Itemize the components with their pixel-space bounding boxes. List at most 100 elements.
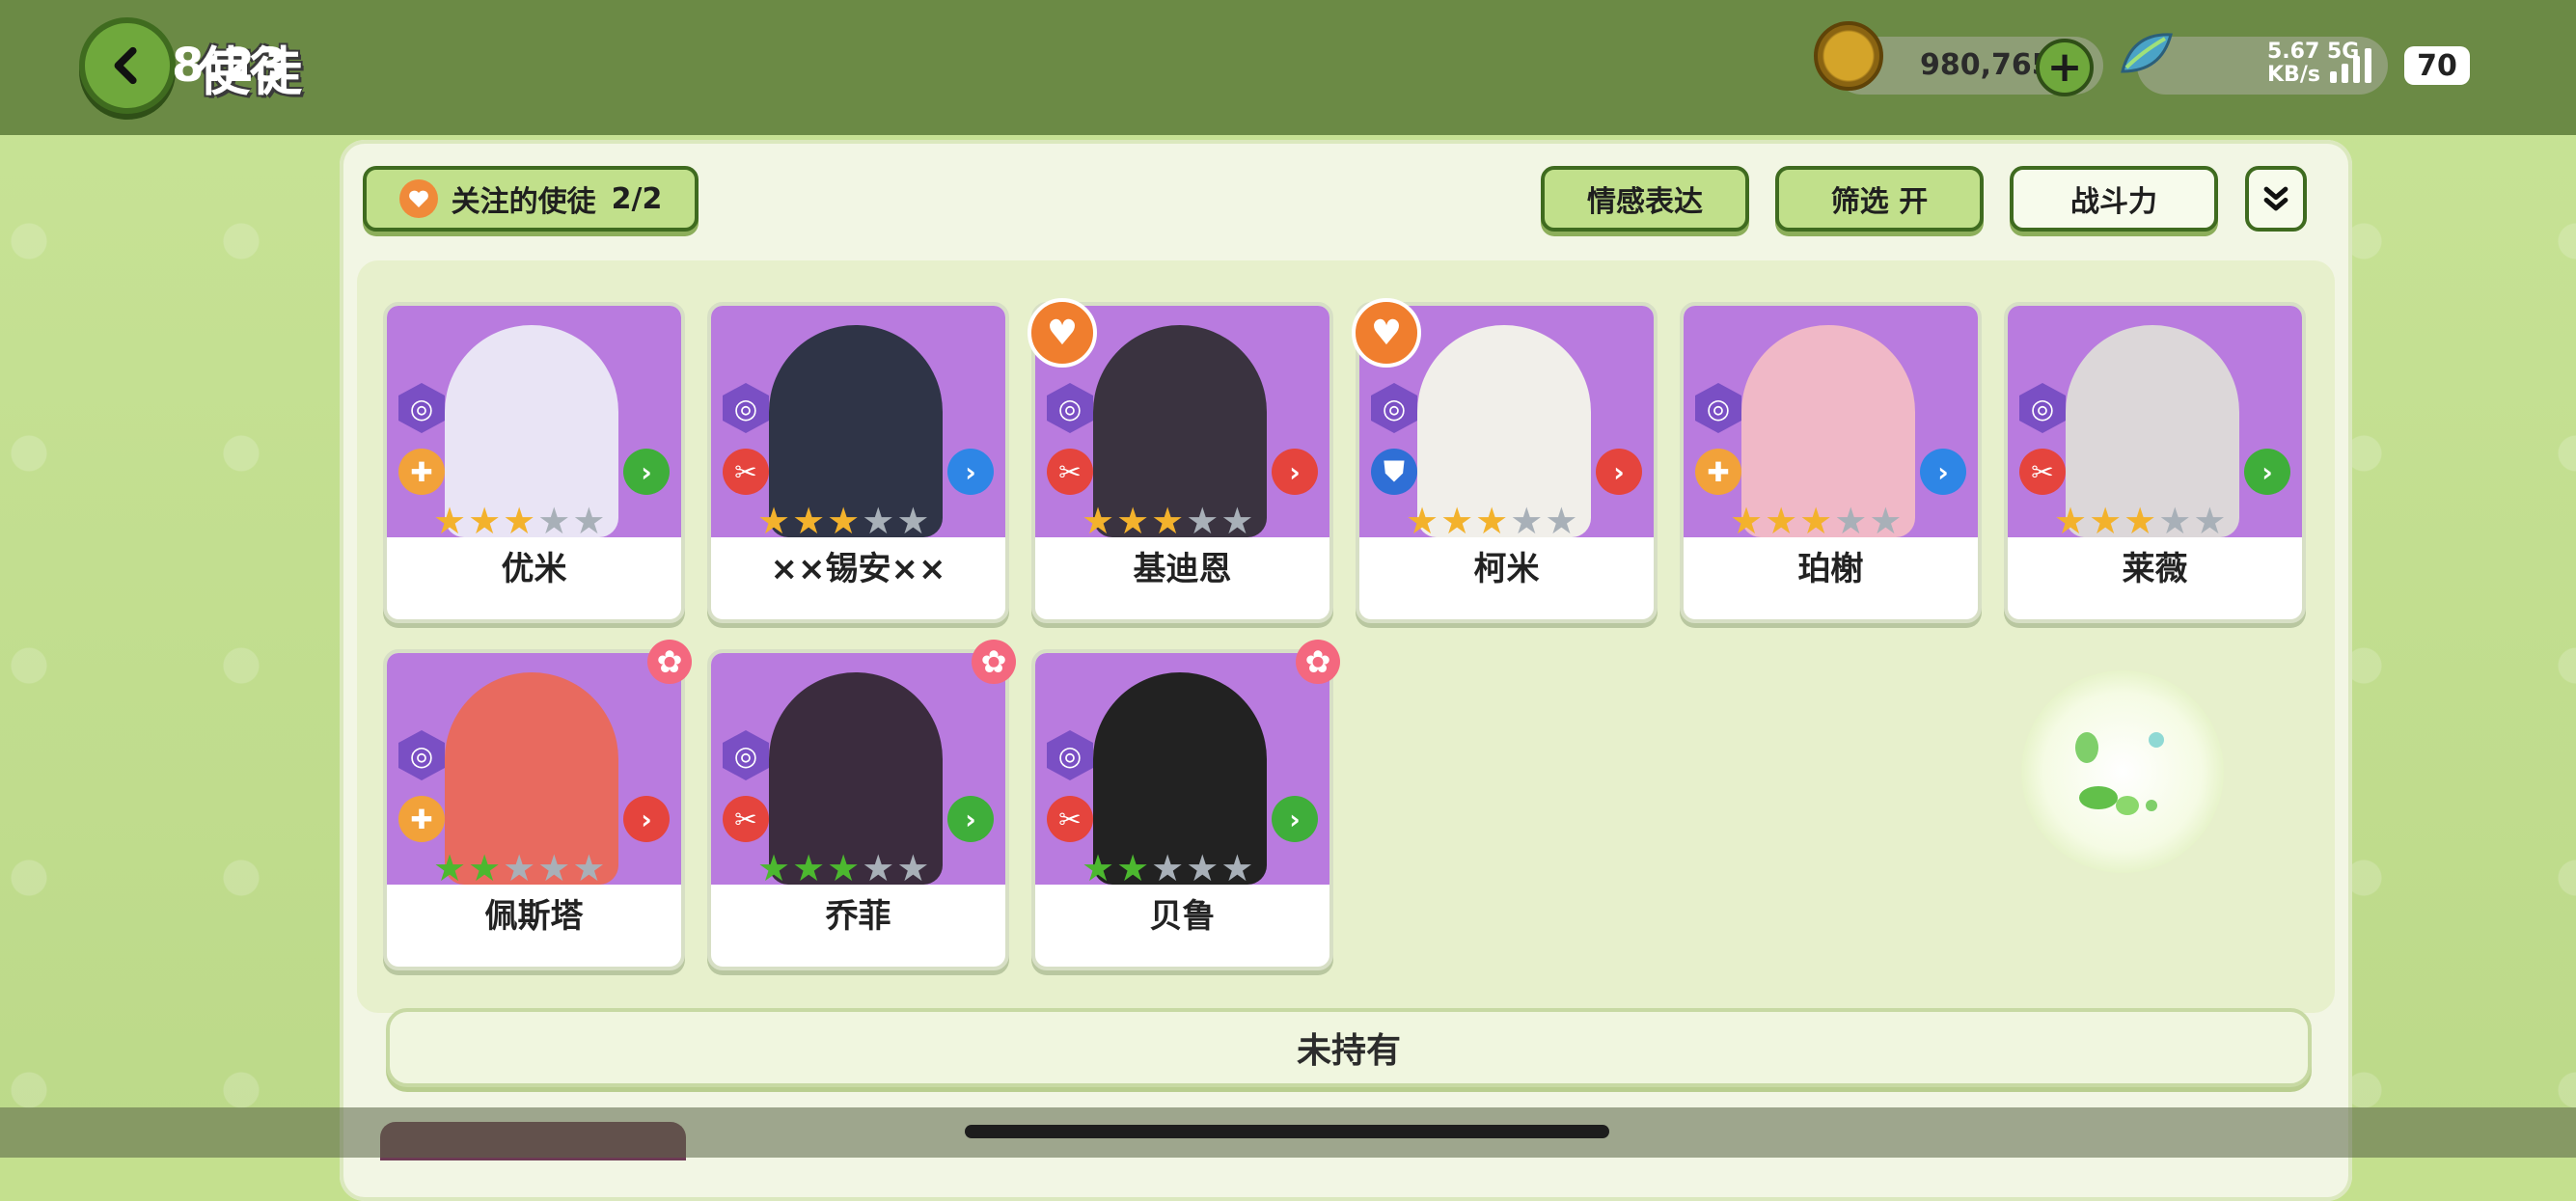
character-name: 优米 xyxy=(501,550,567,588)
back-button[interactable] xyxy=(79,17,176,114)
battery-indicator: 70 xyxy=(2404,46,2470,85)
cross-icon: ✚ xyxy=(1695,449,1741,495)
star-rating: ★ ★ ★ ★ ★ xyxy=(1730,503,1902,539)
rank-chevron-icon: › xyxy=(1272,796,1318,842)
star-filled-icon: ★ xyxy=(1799,500,1833,542)
character-card[interactable]: ◎ ✂ › ★ ★ ★ ★ ★ 乔菲 xyxy=(707,649,1009,970)
favorite-heart-icon[interactable]: ♥ xyxy=(1028,298,1097,368)
rank-chevron-icon: › xyxy=(1920,449,1966,495)
star-filled-icon: ★ xyxy=(1082,500,1115,542)
favorites-label: 关注的使徒 xyxy=(451,185,596,219)
rank-chevron-icon: › xyxy=(947,796,994,842)
character-name: 珀榭 xyxy=(1797,550,1864,588)
rank-chevron-icon: › xyxy=(2244,449,2290,495)
star-filled-icon: ★ xyxy=(1116,500,1150,542)
character-name: 莱薇 xyxy=(2122,550,2188,588)
star-filled-icon: ★ xyxy=(827,847,861,889)
star-filled-icon: ★ xyxy=(1151,500,1185,542)
element-swirl-icon: ◎ xyxy=(723,383,769,433)
chevron-left-icon xyxy=(114,46,137,85)
star-filled-icon: ★ xyxy=(503,500,536,542)
star-rating: ★ ★ ★ ★ ★ xyxy=(2054,503,2226,539)
star-empty-icon: ★ xyxy=(2158,500,2192,542)
rank-chevron-icon: › xyxy=(1596,449,1642,495)
gold-value: 980,765 xyxy=(1920,48,2052,82)
heart-icon xyxy=(398,179,438,218)
element-swirl-icon: ◎ xyxy=(1047,730,1093,780)
star-filled-icon: ★ xyxy=(1440,500,1474,542)
star-empty-icon: ★ xyxy=(1220,847,1254,889)
signal-strength-icon xyxy=(2330,46,2371,83)
star-rating: ★ ★ ★ ★ ★ xyxy=(1082,503,1253,539)
star-filled-icon: ★ xyxy=(1406,500,1439,542)
unowned-section-header[interactable]: 未持有 xyxy=(386,1008,2312,1087)
star-filled-icon: ★ xyxy=(468,500,502,542)
star-filled-icon: ★ xyxy=(1475,500,1509,542)
star-empty-icon: ★ xyxy=(503,847,536,889)
element-swirl-icon: ◎ xyxy=(398,730,445,780)
character-card[interactable]: ◎ ✚ › ★ ★ ★ ★ ★ 珀榭 xyxy=(1680,302,1982,623)
favorites-count: 2/2 xyxy=(611,181,663,216)
sort-order-button[interactable] xyxy=(2245,166,2307,232)
flower-badge-icon: ✿ xyxy=(972,640,1016,684)
star-rating: ★ ★ ★ ★ ★ xyxy=(757,503,929,539)
star-empty-icon: ★ xyxy=(1186,500,1219,542)
character-name: 贝鲁 xyxy=(1149,897,1216,936)
star-empty-icon: ★ xyxy=(1186,847,1219,889)
favorites-button[interactable]: 关注的使徒 2/2 xyxy=(363,166,699,232)
star-empty-icon: ★ xyxy=(862,847,895,889)
sort-power-button[interactable]: 战斗力 xyxy=(2010,166,2218,232)
star-filled-icon: ★ xyxy=(2054,500,2088,542)
star-filled-icon: ★ xyxy=(2124,500,2157,542)
star-filled-icon: ★ xyxy=(792,500,826,542)
character-name: 乔菲 xyxy=(825,897,891,936)
star-empty-icon: ★ xyxy=(1151,847,1185,889)
home-indicator[interactable] xyxy=(965,1125,1609,1138)
cross-icon: ✚ xyxy=(398,449,445,495)
star-filled-icon: ★ xyxy=(433,847,467,889)
leaves-sparkle-icon xyxy=(2075,732,2164,815)
scissors-icon: ✂ xyxy=(1047,796,1093,842)
star-empty-icon: ★ xyxy=(537,500,571,542)
star-empty-icon: ★ xyxy=(537,847,571,889)
character-portrait: ◎ ✚ › ★ ★ ★ ★ ★ xyxy=(387,306,681,542)
star-rating: ★ ★ ★ ★ ★ xyxy=(1082,850,1253,887)
flower-badge-icon: ✿ xyxy=(647,640,692,684)
star-filled-icon: ★ xyxy=(1765,500,1798,542)
star-filled-icon: ★ xyxy=(1116,847,1150,889)
character-portrait: ◎ ✂ › ★ ★ ★ ★ ★ xyxy=(1035,653,1329,887)
star-empty-icon: ★ xyxy=(572,847,606,889)
emotion-button[interactable]: 情感表达 xyxy=(1541,166,1749,232)
filter-button[interactable]: 筛选 开 xyxy=(1775,166,1984,232)
character-name: 柯米 xyxy=(1473,550,1540,588)
rank-chevron-icon: › xyxy=(947,449,994,495)
add-gold-button[interactable]: + xyxy=(2036,39,2094,96)
character-card[interactable]: ◎ ✚ › ★ ★ ★ ★ ★ 优米 xyxy=(383,302,685,623)
star-empty-icon: ★ xyxy=(896,500,930,542)
character-portrait: ◎ ✂ › ★ ★ ★ ★ ★ xyxy=(711,306,1005,539)
star-filled-icon: ★ xyxy=(827,500,861,542)
character-name: 基迪恩 xyxy=(1133,550,1232,588)
star-filled-icon: ★ xyxy=(792,847,826,889)
star-filled-icon: ★ xyxy=(2089,500,2123,542)
star-empty-icon: ★ xyxy=(2193,500,2227,542)
star-empty-icon: ★ xyxy=(1834,500,1868,542)
shield-icon: ⛊ xyxy=(1371,449,1417,495)
element-swirl-icon: ◎ xyxy=(2019,383,2066,433)
summon-orb[interactable] xyxy=(2021,670,2224,873)
rank-chevron-icon: › xyxy=(623,796,670,842)
character-card[interactable]: ◎ ✂ › ★ ★ ★ ★ ★ 贝鲁 xyxy=(1031,649,1333,970)
scissors-icon: ✂ xyxy=(1047,449,1093,495)
favorite-heart-icon[interactable]: ♥ xyxy=(1352,298,1421,368)
element-swirl-icon: ◎ xyxy=(1695,383,1741,433)
character-card[interactable]: ◎ ✚ › ★ ★ ★ ★ ★ 佩斯塔 xyxy=(383,649,685,970)
character-card[interactable]: ◎ ✂ › ★ ★ ★ ★ ★ ××锡安×× xyxy=(707,302,1009,623)
element-swirl-icon: ◎ xyxy=(398,383,445,433)
double-chevron-down-icon xyxy=(2263,186,2288,211)
cross-icon: ✚ xyxy=(398,796,445,842)
character-portrait: ◎ ✚ › ★ ★ ★ ★ ★ xyxy=(387,653,681,889)
character-portrait: ◎ ✂ › ★ ★ ★ ★ ★ xyxy=(711,653,1005,889)
flower-badge-icon: ✿ xyxy=(1296,640,1340,684)
element-swirl-icon: ◎ xyxy=(1047,383,1093,433)
character-card[interactable]: ◎ ✂ › ★ ★ ★ ★ ★ 莱薇 xyxy=(2004,302,2306,623)
